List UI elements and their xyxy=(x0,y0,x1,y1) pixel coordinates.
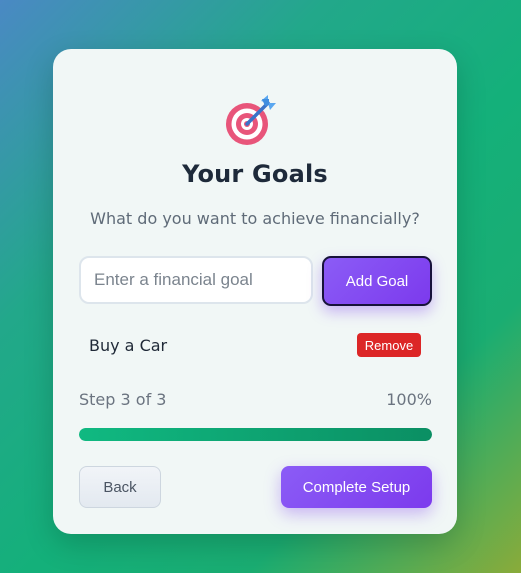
progress-percent: 100% xyxy=(386,390,432,409)
page-title: Your Goals xyxy=(182,160,328,188)
progress-bar xyxy=(79,428,432,441)
goals-card: Your Goals What do you want to achieve f… xyxy=(53,49,457,534)
page-subtitle: What do you want to achieve financially? xyxy=(90,209,420,228)
target-dart-icon xyxy=(226,95,276,145)
progress-bar-fill xyxy=(79,428,432,441)
remove-goal-button[interactable]: Remove xyxy=(357,333,421,357)
add-goal-button[interactable]: Add Goal xyxy=(322,256,432,306)
goal-label: Buy a Car xyxy=(89,336,168,355)
back-button[interactable]: Back xyxy=(79,466,161,508)
goal-list-item: Buy a Car Remove xyxy=(79,329,431,363)
complete-setup-button[interactable]: Complete Setup xyxy=(281,466,432,508)
goal-input[interactable] xyxy=(79,256,313,304)
step-indicator: Step 3 of 3 xyxy=(79,390,167,409)
